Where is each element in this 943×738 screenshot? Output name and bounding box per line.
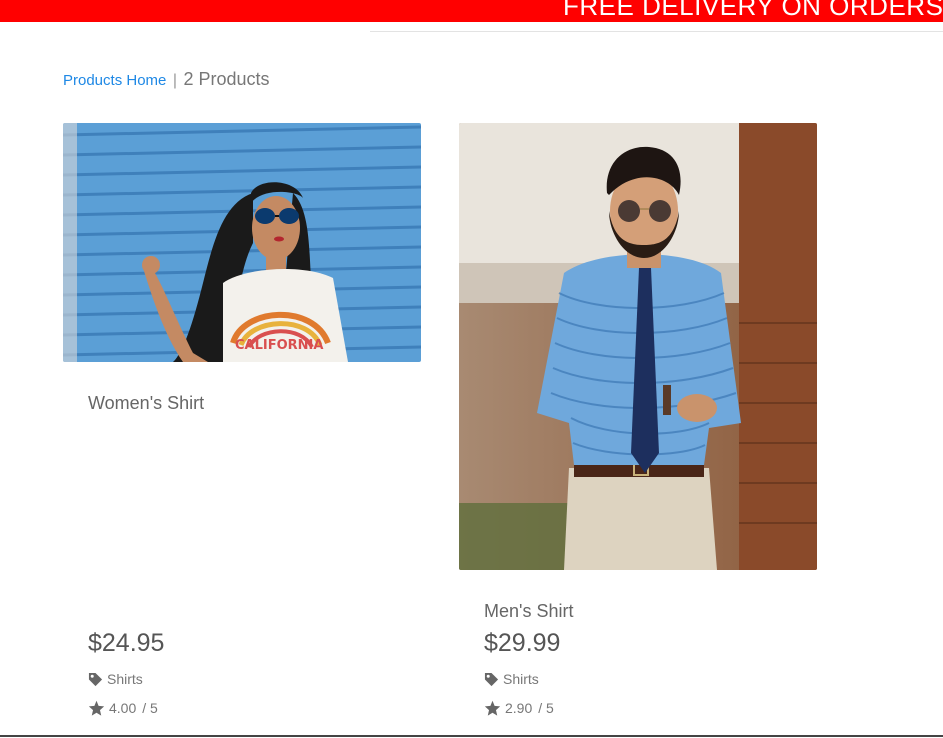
star-icon bbox=[88, 700, 105, 721]
tag-icon bbox=[88, 672, 103, 692]
rating-max: / 5 bbox=[142, 700, 158, 716]
rating-value: 4.00 bbox=[109, 700, 137, 716]
product-count: 2 Products bbox=[183, 69, 270, 89]
bottom-divider bbox=[0, 735, 943, 737]
svg-text:CALIFORNIA: CALIFORNIA bbox=[235, 338, 323, 353]
product-rating: 2.90 / 5 bbox=[484, 698, 554, 721]
delivery-banner-text: FREE DELIVERY ON ORDERS bbox=[563, 0, 943, 21]
product-rating: 4.00 / 5 bbox=[88, 698, 158, 721]
product-image-mens-shirt[interactable] bbox=[459, 123, 817, 570]
mens-shirt-photo bbox=[459, 123, 817, 570]
rating-max: / 5 bbox=[538, 700, 554, 716]
product-card-mens-shirt[interactable]: Men's Shirt $29.99 Shirts 2.90 / 5 bbox=[459, 123, 817, 733]
product-category[interactable]: Shirts bbox=[484, 669, 539, 692]
products-home-link[interactable]: Products Home bbox=[63, 72, 166, 89]
breadcrumb: Products Home | 2 Products bbox=[63, 67, 269, 93]
tag-icon bbox=[484, 672, 499, 692]
product-image-womens-shirt[interactable]: CALIFORNIA bbox=[63, 123, 421, 362]
page: FREE DELIVERY ON ORDERS Products Home | … bbox=[0, 0, 943, 738]
delivery-banner: FREE DELIVERY ON ORDERS bbox=[0, 0, 943, 22]
star-icon bbox=[484, 700, 501, 721]
product-name[interactable]: Women's Shirt bbox=[88, 391, 204, 415]
rating-value: 2.90 bbox=[505, 700, 533, 716]
product-price: $24.95 bbox=[88, 629, 165, 657]
womens-shirt-photo: CALIFORNIA bbox=[63, 123, 421, 362]
product-price: $29.99 bbox=[484, 629, 561, 657]
product-category[interactable]: Shirts bbox=[88, 669, 143, 692]
product-name[interactable]: Men's Shirt bbox=[484, 599, 573, 623]
product-category-label: Shirts bbox=[503, 671, 539, 687]
header-divider bbox=[370, 31, 943, 32]
product-card-womens-shirt[interactable]: CALIFORNIA Women's Shirt $24.95 Shirts 4… bbox=[63, 123, 421, 733]
breadcrumb-separator: | bbox=[172, 72, 177, 89]
product-category-label: Shirts bbox=[107, 671, 143, 687]
